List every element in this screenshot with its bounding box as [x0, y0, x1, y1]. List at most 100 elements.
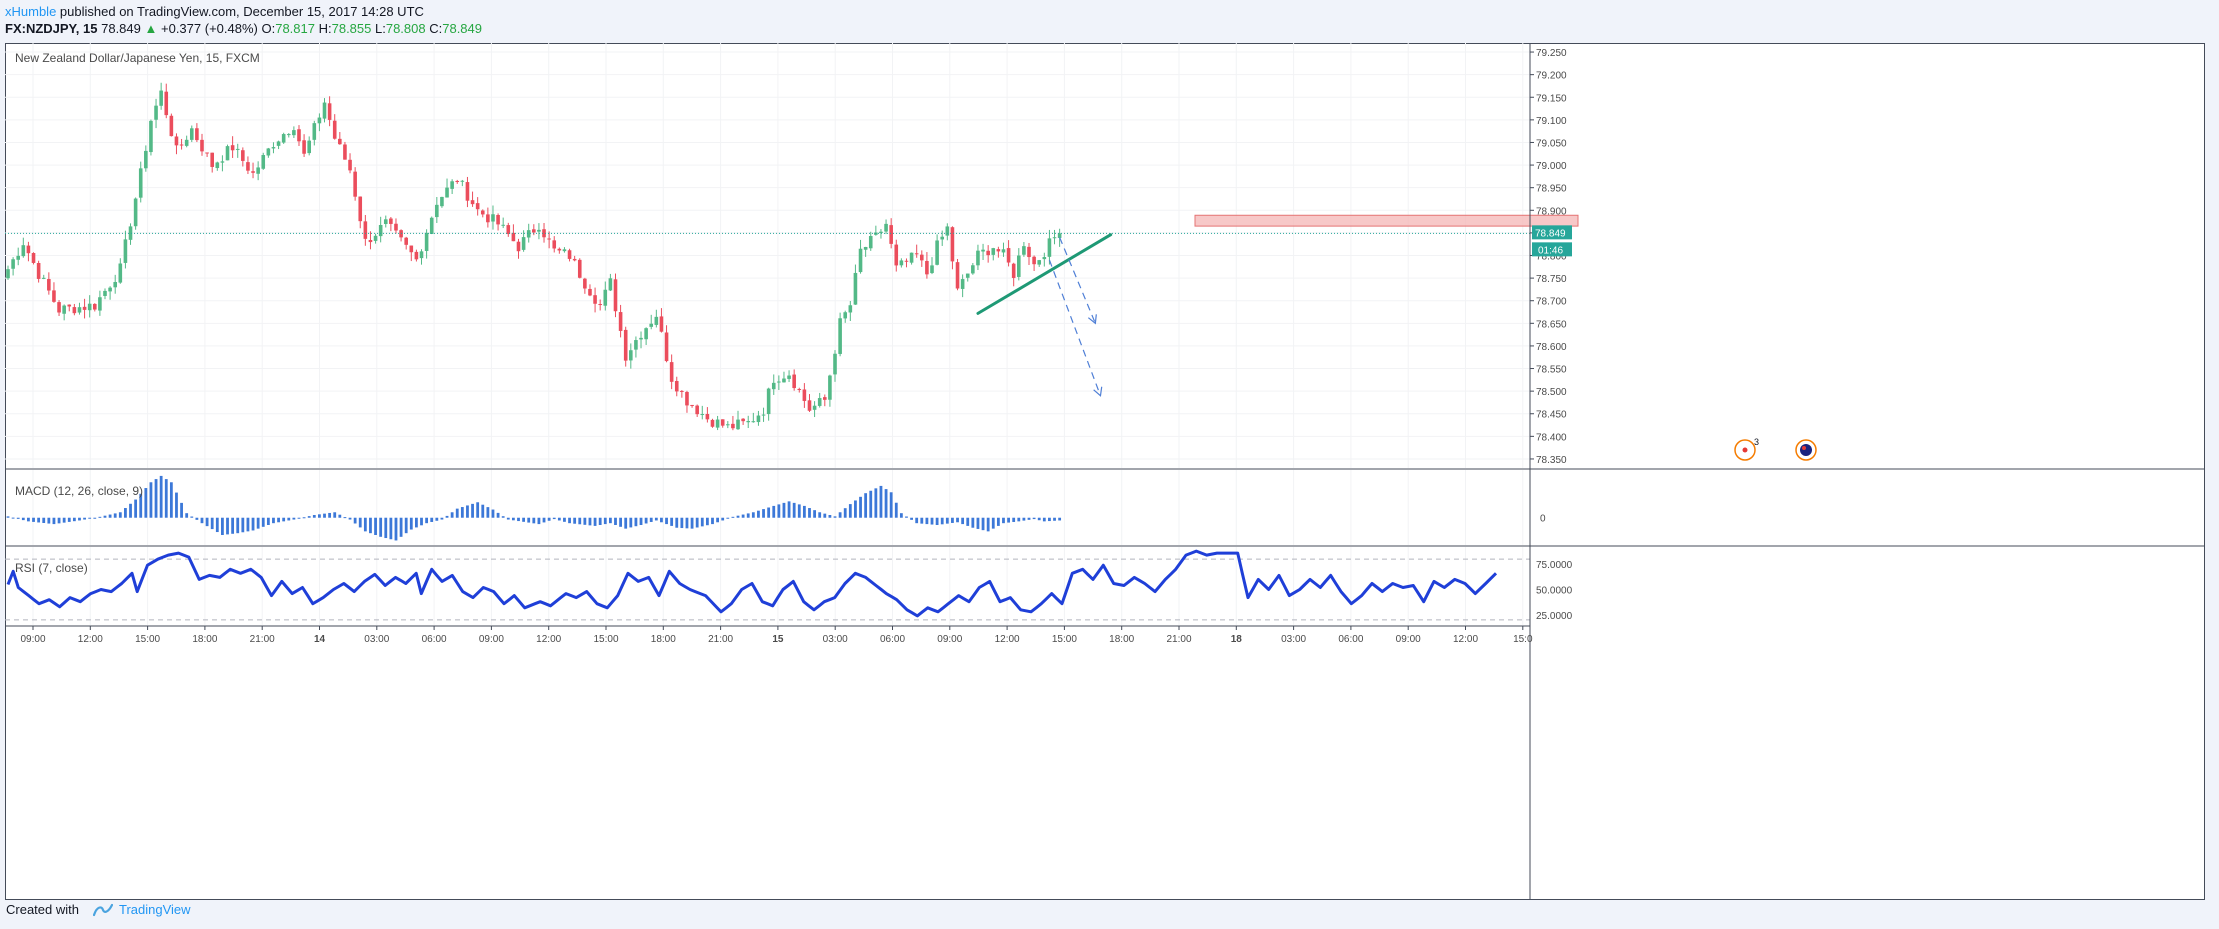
macd-bar: [6, 516, 10, 518]
candle-body: [353, 171, 357, 197]
macd-bar: [1032, 517, 1036, 520]
candle-body: [812, 405, 817, 410]
candle-body: [358, 196, 363, 222]
macd-bar: [644, 517, 648, 524]
projection-arrow[interactable]: [1059, 237, 1096, 324]
macd-bar: [450, 512, 454, 518]
candle-body: [960, 279, 965, 289]
candle-body: [332, 120, 337, 139]
candle-body: [567, 250, 572, 259]
candle-body: [904, 260, 909, 262]
macd-bar: [685, 517, 689, 529]
candle-body: [215, 162, 220, 169]
time-axis-label: 15:00: [135, 634, 160, 645]
candle-body: [751, 421, 756, 423]
candle-body: [389, 218, 393, 224]
candle-body: [62, 305, 66, 314]
macd-bar: [241, 517, 245, 533]
candle-body: [935, 240, 939, 265]
candle-body: [440, 196, 444, 207]
macd-bar: [369, 517, 372, 534]
chart-canvas[interactable]: 3 79.250 79.200 79.150 79.100 79.050 79.000 78…: [5, 43, 2205, 900]
candle-body: [940, 236, 945, 240]
macd-bar: [476, 502, 480, 518]
macd-bar: [1048, 517, 1051, 522]
macd-bar: [353, 517, 357, 524]
footer: Created with TradingView: [6, 902, 191, 917]
macd-bar: [318, 514, 321, 518]
trendline[interactable]: [976, 233, 1113, 315]
candle-body: [149, 120, 153, 153]
svg-text:78.849: 78.849: [1535, 228, 1566, 239]
macd-bar: [246, 517, 250, 532]
macd-bar: [363, 517, 367, 532]
macd-bar: [83, 517, 86, 520]
macd-bar: [72, 517, 76, 522]
candle-body: [220, 161, 225, 163]
low-value: 78.808: [385, 21, 426, 36]
candle-body: [843, 312, 848, 319]
candle-body: [1011, 263, 1016, 278]
time-axis-label: 12:00: [1453, 634, 1478, 645]
macd-bar: [966, 517, 970, 526]
macd-bar: [854, 500, 857, 518]
macd-bar: [399, 517, 403, 537]
tradingview-link[interactable]: TradingView: [119, 902, 191, 917]
macd-bar: [940, 517, 944, 525]
candle-body: [802, 389, 807, 401]
candle-body: [659, 316, 664, 332]
event-badge[interactable]: 3: [1734, 437, 1759, 461]
candle-body: [613, 279, 618, 312]
price-pane-title: New Zealand Dollar/Japanese Yen, 15, FXC…: [15, 51, 260, 65]
macd-bar: [358, 517, 362, 528]
candle-body: [771, 382, 776, 390]
high-label: H:: [318, 21, 332, 36]
candle-body: [736, 419, 740, 430]
candle-body: [286, 134, 291, 136]
time-axis-label: 03:00: [1281, 634, 1306, 645]
macd-bar: [910, 517, 913, 520]
macd-bar: [951, 517, 954, 523]
symbol-label: FX:NZDJPY, 15: [5, 21, 98, 36]
author-link[interactable]: xHumble: [5, 4, 56, 19]
macd-bar: [894, 502, 898, 518]
candle-body: [378, 224, 383, 237]
candle-body: [823, 397, 827, 400]
macd-bar: [333, 512, 337, 518]
candle-body: [919, 254, 924, 261]
candle-body: [52, 290, 56, 302]
grid-lines: [5, 43, 1530, 625]
flag-icon[interactable]: [1795, 439, 1817, 461]
macd-bar: [134, 499, 138, 518]
candle-body: [164, 91, 169, 116]
macd-bar: [869, 490, 873, 518]
macd-bar: [210, 517, 214, 530]
macd-bar: [185, 513, 189, 518]
candle-body: [103, 290, 107, 296]
price-axis-label: 78.550: [1536, 365, 1567, 376]
candle-body: [429, 217, 434, 234]
macd-bar: [915, 517, 919, 524]
macd-bar: [343, 517, 347, 519]
price-axis-label: 78.750: [1536, 274, 1567, 285]
macd-bar: [374, 517, 377, 535]
close-value: 78.849: [442, 21, 482, 36]
macd-bar: [935, 517, 939, 525]
macd-bar: [537, 517, 541, 525]
candle-body: [230, 145, 235, 151]
candle-body: [1001, 249, 1006, 253]
candle-body: [480, 210, 485, 215]
candle-body: [266, 148, 271, 156]
candle-body: [368, 239, 373, 243]
candle-body: [572, 258, 577, 261]
macd-bar: [843, 508, 847, 518]
projection-arrow[interactable]: [1048, 259, 1102, 396]
time-axis-label: 21:00: [1166, 634, 1191, 645]
macd-bar: [1017, 517, 1021, 522]
candle-body: [450, 181, 454, 189]
resistance-zone[interactable]: [1194, 214, 1579, 227]
candle-body: [629, 350, 633, 361]
macd-bar: [905, 516, 908, 518]
candle-body: [409, 245, 414, 253]
candle-body: [930, 265, 934, 274]
